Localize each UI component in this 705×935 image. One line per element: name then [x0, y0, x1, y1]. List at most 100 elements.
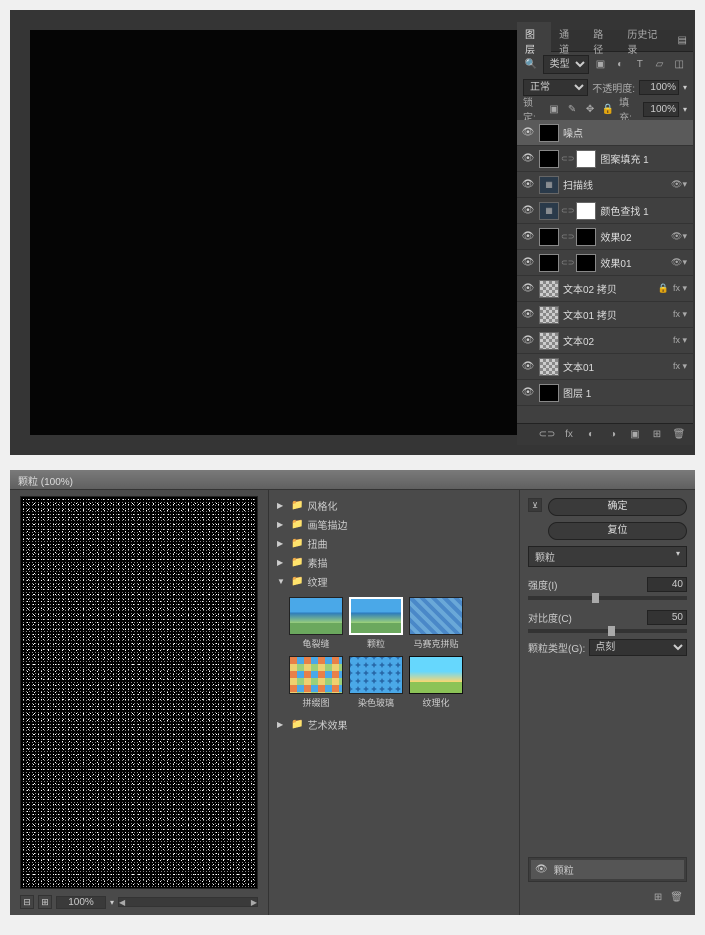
layer-row[interactable]: 👁⊂⊃效果02👁▾ [517, 224, 693, 250]
eye-icon[interactable]: 👁 [521, 153, 535, 164]
reset-button[interactable]: 复位 [548, 522, 687, 540]
fx-indicator[interactable]: fx ▾ [673, 309, 687, 320]
footer-icon[interactable]: ▣ [627, 427, 643, 443]
document-canvas[interactable] [30, 30, 517, 435]
fill-value[interactable]: 100% [643, 102, 679, 117]
effect-layer-row[interactable]: 👁 颗粒 [531, 860, 684, 879]
eye-icon[interactable]: 👁 [521, 257, 535, 268]
category-row[interactable]: ▶📁扭曲 [273, 534, 515, 553]
layer-thumbs [539, 332, 559, 350]
layer-row[interactable]: 👁文本02fx ▾ [517, 328, 693, 354]
collapse-icon[interactable]: 👁▾ [671, 257, 687, 268]
filter-gallery-window: 颗粒 (100%) ⊟ ⊞ 100% ▾ ▶📁风格化▶📁画笔描边▶📁扭曲▶📁素描… [10, 470, 695, 915]
eye-icon[interactable]: 👁 [521, 387, 535, 398]
eye-icon[interactable]: 👁 [521, 283, 535, 294]
fx-indicator[interactable]: fx ▾ [673, 361, 687, 372]
fx-indicator[interactable]: fx ▾ [673, 283, 687, 294]
footer-icon[interactable]: ◐ [583, 427, 599, 443]
category-row[interactable]: ▶📁画笔描边 [273, 515, 515, 534]
eye-icon[interactable]: 👁 [521, 231, 535, 242]
layer-footer: ⊂⊃ fx ◐ ◑ ▣ ⊞ 🗑 [517, 423, 693, 445]
lock-transparent-icon[interactable]: ▣ [547, 101, 561, 117]
filter-preview[interactable] [20, 496, 258, 889]
gallery-item[interactable]: 龟裂缝 [289, 597, 343, 650]
gallery-item[interactable]: 染色玻璃 [349, 656, 403, 709]
layer-row[interactable]: 👁文本01fx ▾ [517, 354, 693, 380]
contrast-track[interactable] [528, 629, 687, 633]
filter-name-select[interactable]: 颗粒 [528, 546, 687, 567]
fill-flyout-icon[interactable]: ▾ [683, 105, 687, 114]
effect-footer: ⊞ 🗑 [528, 888, 687, 907]
layer-row[interactable]: 👁▦扫描线👁▾ [517, 172, 693, 198]
lock-move-icon[interactable]: ✥ [583, 101, 597, 117]
collapse-gallery-icon[interactable]: ⊻ [528, 498, 542, 512]
gallery-thumb [349, 656, 403, 694]
delete-effect-icon[interactable]: 🗑 [670, 892, 683, 903]
zoom-flyout-icon[interactable]: ▾ [110, 898, 114, 907]
gallery-thumb [409, 597, 463, 635]
opacity-flyout-icon[interactable]: ▾ [683, 83, 687, 92]
category-row[interactable]: ▼📁纹理 [273, 572, 515, 591]
gallery-thumb [409, 656, 463, 694]
panel-menu-icon[interactable]: ▤ [672, 35, 693, 46]
collapse-icon[interactable]: 👁▾ [671, 231, 687, 242]
gallery-item[interactable]: 纹理化 [409, 656, 463, 709]
eye-icon[interactable]: 👁 [521, 361, 535, 372]
category-row[interactable]: ▶📁艺术效果 [273, 715, 515, 734]
layer-thumb [576, 202, 596, 220]
gallery-item[interactable]: 颗粒 [349, 597, 403, 650]
eye-icon[interactable]: 👁 [521, 309, 535, 320]
filter-shape-icon[interactable]: ▱ [652, 56, 668, 72]
layer-row[interactable]: 👁⊂⊃图案填充 1 [517, 146, 693, 172]
gallery-label: 颗粒 [349, 637, 403, 650]
gallery-item[interactable]: 马赛克拼贴 [409, 597, 463, 650]
filter-text-icon[interactable]: T [632, 56, 648, 72]
eye-icon[interactable]: 👁 [521, 335, 535, 346]
lock-paint-icon[interactable]: ✎ [565, 101, 579, 117]
layer-row[interactable]: 👁图层 1 [517, 380, 693, 406]
footer-icon[interactable]: ⊂⊃ [539, 427, 555, 443]
eye-icon[interactable]: 👁 [521, 205, 535, 216]
eye-icon[interactable]: 👁 [521, 127, 535, 138]
category-row[interactable]: ▶📁素描 [273, 553, 515, 572]
intensity-track[interactable] [528, 596, 687, 600]
intensity-value[interactable]: 40 [647, 577, 687, 592]
eye-icon[interactable]: 👁 [535, 864, 548, 875]
layers-panel-screenshot: 图层 通道 路径 历史记录 ▤ 🔍 类型 ▣ ◐ T ▱ ◫ 正常 不透明度: … [10, 10, 695, 455]
footer-icon[interactable]: fx [561, 427, 577, 443]
triangle-icon: ▶ [277, 558, 287, 567]
grain-type-select[interactable]: 点刻 [589, 639, 687, 656]
zoom-in-button[interactable]: ⊞ [38, 895, 52, 909]
ok-button[interactable]: 确定 [548, 498, 687, 516]
preview-scrollbar[interactable] [118, 897, 258, 907]
zoom-out-button[interactable]: ⊟ [20, 895, 34, 909]
layer-row[interactable]: 👁文本01 拷贝fx ▾ [517, 302, 693, 328]
layer-thumb [539, 124, 559, 142]
fx-indicator[interactable]: fx ▾ [673, 335, 687, 346]
layer-row[interactable]: 👁⊂⊃效果01👁▾ [517, 250, 693, 276]
layer-row[interactable]: 👁 噪点 [517, 120, 693, 146]
layer-name: 噪点 [563, 125, 689, 140]
layer-thumbs: ▦ [539, 176, 559, 194]
category-row[interactable]: ▶📁风格化 [273, 496, 515, 515]
blend-mode-select[interactable]: 正常 [523, 79, 588, 96]
filter-type-select[interactable]: 类型 [543, 55, 589, 74]
footer-icon[interactable]: 🗑 [671, 427, 687, 443]
filter-image-icon[interactable]: ▣ [593, 56, 609, 72]
contrast-value[interactable]: 50 [647, 610, 687, 625]
filter-smart-icon[interactable]: ◫ [671, 56, 687, 72]
zoom-value[interactable]: 100% [56, 896, 106, 909]
collapse-icon[interactable]: 👁▾ [671, 179, 687, 190]
layer-row[interactable]: 👁文本02 拷贝🔒fx ▾ [517, 276, 693, 302]
layer-row[interactable]: 👁▦⊂⊃颜色查找 1 [517, 198, 693, 224]
footer-icon[interactable]: ◑ [605, 427, 621, 443]
filter-adjust-icon[interactable]: ◐ [612, 56, 628, 72]
search-icon: 🔍 [523, 56, 539, 72]
footer-icon[interactable]: ⊞ [649, 427, 665, 443]
gallery-item[interactable]: 拼缀图 [289, 656, 343, 709]
new-effect-icon[interactable]: ⊞ [654, 892, 662, 903]
lock-all-icon[interactable]: 🔒 [601, 101, 615, 117]
opacity-value[interactable]: 100% [639, 80, 679, 95]
gallery-label: 龟裂缝 [289, 637, 343, 650]
eye-icon[interactable]: 👁 [521, 179, 535, 190]
